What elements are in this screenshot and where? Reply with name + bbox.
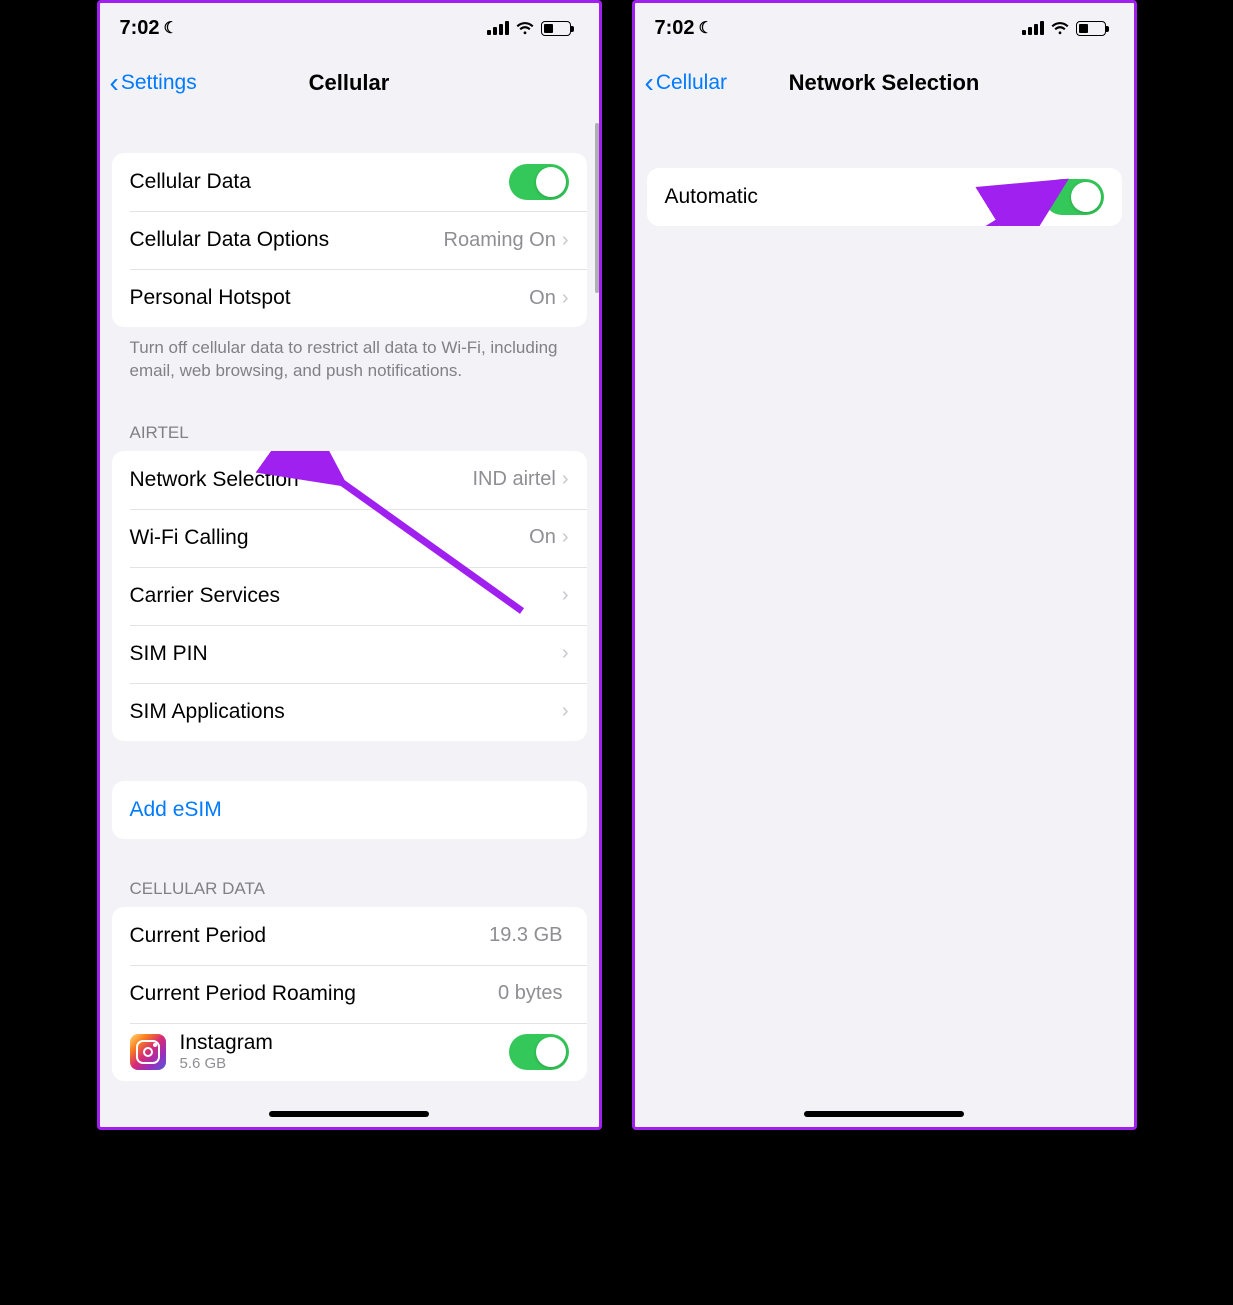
chevron-right-icon: › <box>562 700 569 723</box>
row-detail: IND airtel <box>472 468 555 491</box>
wifi-icon <box>1050 21 1070 35</box>
section-header-usage: CELLULAR DATA <box>112 839 587 907</box>
row-label: SIM Applications <box>130 700 562 724</box>
row-label: Automatic <box>665 185 1044 209</box>
app-name: Instagram <box>180 1031 509 1055</box>
back-label: Settings <box>121 71 197 95</box>
group-cellular-main: Cellular Data Cellular Data Options Roam… <box>112 153 587 327</box>
chevron-right-icon: › <box>562 229 569 252</box>
signal-icon <box>1022 21 1044 35</box>
back-label: Cellular <box>656 71 727 95</box>
app-size: 5.6 GB <box>180 1055 509 1072</box>
chevron-right-icon: › <box>562 526 569 549</box>
row-label: Add eSIM <box>130 798 569 822</box>
row-current-period[interactable]: Current Period 19.3 GB <box>112 907 587 965</box>
status-time: 7:02 <box>120 17 160 40</box>
row-detail: 19.3 GB <box>489 924 562 947</box>
row-automatic[interactable]: Automatic <box>647 168 1122 226</box>
toggle-app-instagram[interactable] <box>509 1034 569 1070</box>
home-indicator <box>269 1111 429 1117</box>
row-sim-pin[interactable]: SIM PIN › <box>112 625 587 683</box>
row-carrier-services[interactable]: Carrier Services › <box>112 567 587 625</box>
section-header-carrier: AIRTEL <box>112 383 587 451</box>
status-bar: 7:02 ☾ <box>100 3 599 53</box>
row-label: Current Period Roaming <box>130 982 499 1006</box>
wifi-icon <box>515 21 535 35</box>
signal-icon <box>487 21 509 35</box>
nav-bar: ‹ Settings Cellular <box>100 53 599 113</box>
row-add-esim[interactable]: Add eSIM <box>112 781 587 839</box>
battery-icon <box>1076 21 1106 36</box>
row-label: SIM PIN <box>130 642 562 666</box>
row-label: Cellular Data Options <box>130 228 444 252</box>
group-automatic: Automatic <box>647 168 1122 226</box>
battery-icon <box>541 21 571 36</box>
chevron-right-icon: › <box>562 287 569 310</box>
chevron-left-icon: ‹ <box>645 69 654 97</box>
row-wifi-calling[interactable]: Wi-Fi Calling On › <box>112 509 587 567</box>
row-detail: On <box>529 287 556 310</box>
row-label: Network Selection <box>130 468 473 492</box>
row-app-instagram[interactable]: Instagram 5.6 GB <box>112 1023 587 1081</box>
group-esim: Add eSIM <box>112 781 587 839</box>
row-label: Wi-Fi Calling <box>130 526 530 550</box>
row-label: Personal Hotspot <box>130 286 530 310</box>
screenshot-network-selection: 7:02 ☾ ‹ Cellular Network Selection Auto… <box>632 0 1137 1130</box>
row-label: Carrier Services <box>130 584 562 608</box>
status-bar: 7:02 ☾ <box>635 3 1134 53</box>
group-usage: Current Period 19.3 GB Current Period Ro… <box>112 907 587 1081</box>
chevron-right-icon: › <box>562 642 569 665</box>
row-label: Cellular Data <box>130 170 509 194</box>
row-label: Current Period <box>130 924 490 948</box>
back-button[interactable]: ‹ Cellular <box>645 69 728 97</box>
chevron-left-icon: ‹ <box>110 69 119 97</box>
row-personal-hotspot[interactable]: Personal Hotspot On › <box>112 269 587 327</box>
dnd-moon-icon: ☾ <box>164 18 178 38</box>
dnd-moon-icon: ☾ <box>699 18 713 38</box>
row-network-selection[interactable]: Network Selection IND airtel › <box>112 451 587 509</box>
chevron-right-icon: › <box>562 468 569 491</box>
chevron-right-icon: › <box>562 584 569 607</box>
row-detail: On <box>529 526 556 549</box>
row-sim-applications[interactable]: SIM Applications › <box>112 683 587 741</box>
row-detail: 0 bytes <box>498 982 562 1005</box>
group-carrier: Network Selection IND airtel › Wi-Fi Cal… <box>112 451 587 741</box>
row-current-period-roaming[interactable]: Current Period Roaming 0 bytes <box>112 965 587 1023</box>
group-footer: Turn off cellular data to restrict all d… <box>112 327 587 383</box>
nav-bar: ‹ Cellular Network Selection <box>635 53 1134 113</box>
row-cellular-data[interactable]: Cellular Data <box>112 153 587 211</box>
home-indicator <box>804 1111 964 1117</box>
instagram-icon <box>130 1034 166 1070</box>
row-detail: Roaming On <box>444 229 556 252</box>
screenshot-cellular: 7:02 ☾ ‹ Settings Cellular Cellular Data… <box>97 0 602 1130</box>
row-cellular-data-options[interactable]: Cellular Data Options Roaming On › <box>112 211 587 269</box>
status-time: 7:02 <box>655 17 695 40</box>
back-button[interactable]: ‹ Settings <box>110 69 197 97</box>
toggle-cellular-data[interactable] <box>509 164 569 200</box>
toggle-automatic[interactable] <box>1044 179 1104 215</box>
